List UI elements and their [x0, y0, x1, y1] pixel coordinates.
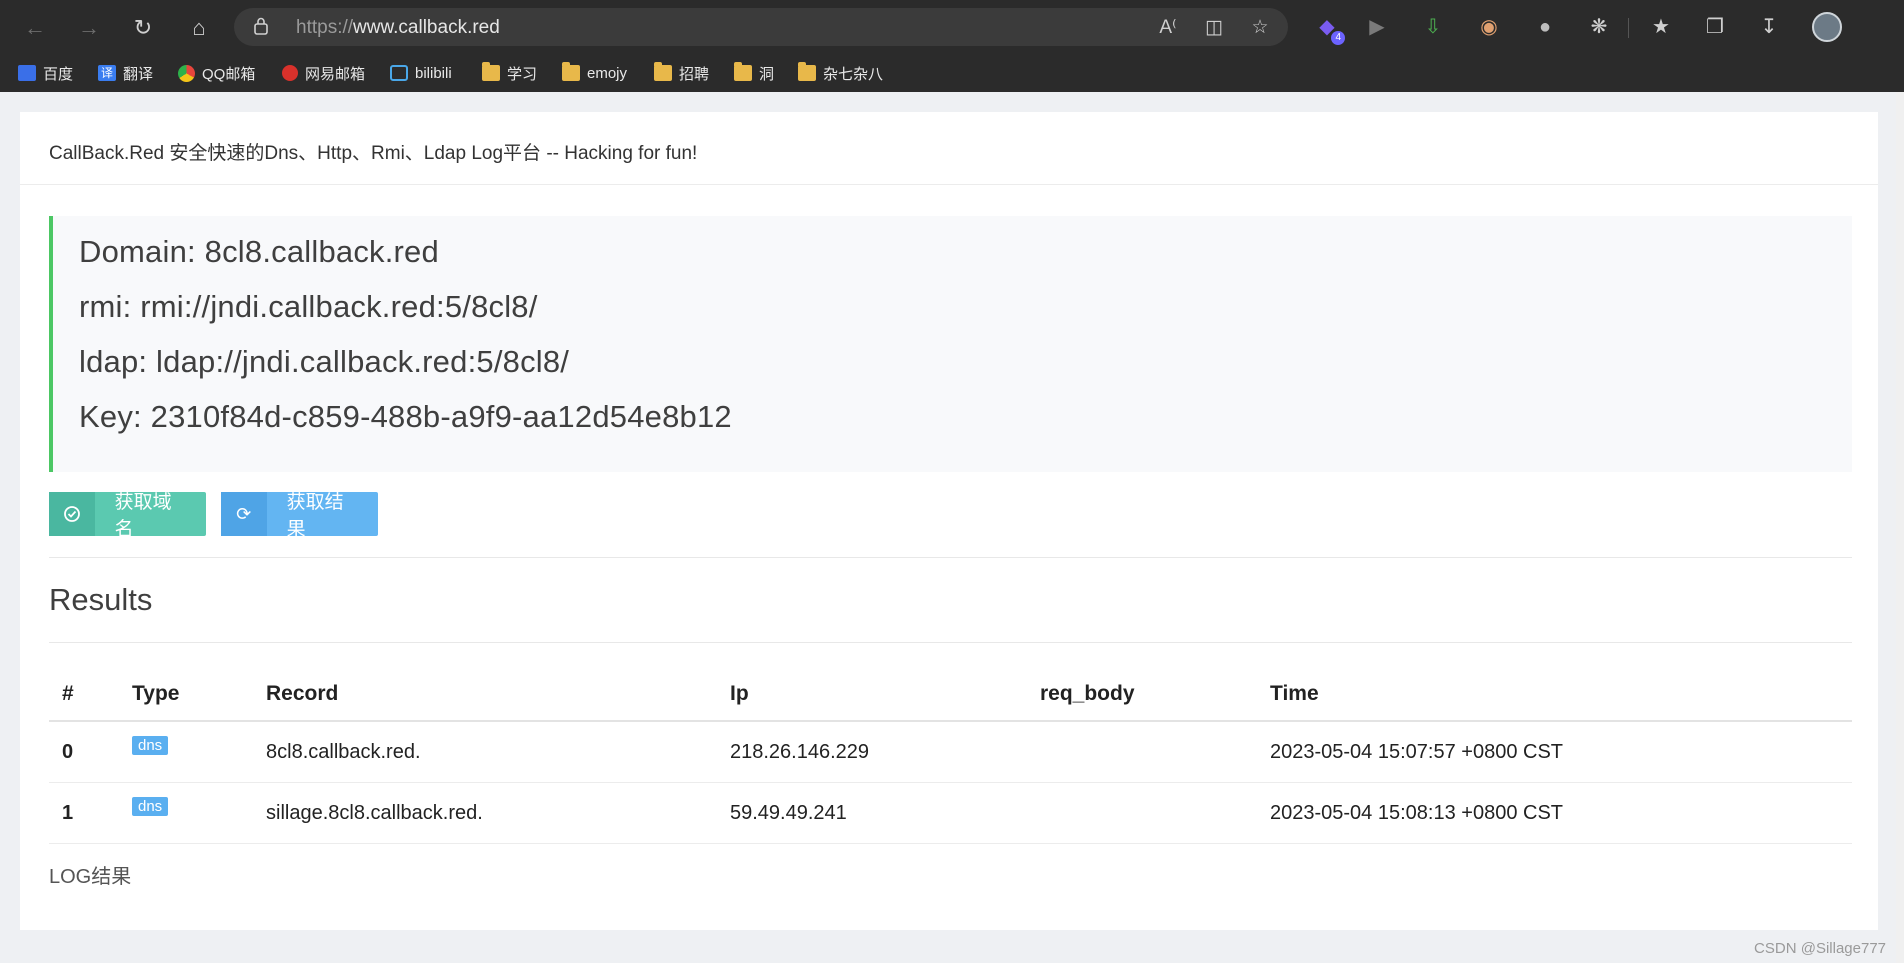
- results-table: # Type Record Ip req_body Time 0 dns 8cl…: [49, 668, 1852, 844]
- bookmark-bilibili[interactable]: bilibili: [390, 60, 452, 86]
- translate-icon: 译: [98, 65, 116, 81]
- back-icon[interactable]: ←: [18, 11, 52, 45]
- page-title: CallBack.Red 安全快速的Dns、Http、Rmi、Ldap Log平…: [49, 143, 698, 164]
- key-line: Key: 2310f84d-c859-488b-a9f9-aa12d54e8b1…: [79, 399, 732, 434]
- collections-icon[interactable]: ❐: [1700, 12, 1730, 42]
- folder-icon: [798, 62, 816, 81]
- row-time: 2023-05-04 15:08:13 +0800 CST: [1257, 782, 1852, 844]
- divider: [49, 557, 1852, 558]
- get-results-button[interactable]: ⟳ 获取结果: [221, 492, 378, 540]
- bilibili-icon: [390, 65, 408, 81]
- table-row: 0 dns 8cl8.callback.red. 218.26.146.229 …: [49, 721, 1852, 783]
- column-header-time: Time: [1257, 668, 1852, 722]
- downloads-icon[interactable]: ↧: [1754, 12, 1784, 42]
- browser-chrome: ← → ↻ ⌂ https://www.callback.red A⁽ ◫ ☆ …: [0, 0, 1904, 92]
- row-ip: 218.26.146.229: [717, 721, 1027, 783]
- bookmarks-bar: 百度 译 翻译 QQ邮箱 网易邮箱 bilibili 学习 emojy 招聘 洞…: [0, 54, 1904, 92]
- reload-icon[interactable]: ↻: [126, 11, 160, 45]
- column-header-type: Type: [119, 668, 253, 722]
- owl-extension-icon[interactable]: ◉: [1474, 12, 1504, 42]
- ldap-line: ldap: ldap://jndi.callback.red:5/8cl8/: [79, 344, 570, 379]
- table-row: 1 dns sillage.8cl8.callback.red. 59.49.4…: [49, 782, 1852, 844]
- row-record: sillage.8cl8.callback.red.: [253, 782, 717, 844]
- browser-toolbar: ← → ↻ ⌂ https://www.callback.red A⁽ ◫ ☆ …: [0, 0, 1904, 54]
- netease-icon: [282, 65, 298, 81]
- toolbar-divider: [1628, 18, 1629, 38]
- folder-icon: [734, 62, 752, 81]
- card-header: CallBack.Red 安全快速的Dns、Http、Rmi、Ldap Log平…: [20, 112, 1878, 185]
- watermark: CSDN @Sillage777: [1754, 940, 1886, 957]
- baidu-icon: [18, 65, 36, 81]
- bookmark-netease-mail[interactable]: 网易邮箱: [282, 60, 365, 86]
- extension-purple-icon[interactable]: ◆ 4: [1312, 12, 1345, 45]
- row-req-body: [1027, 721, 1257, 783]
- read-aloud-icon[interactable]: A⁽: [1154, 14, 1182, 42]
- table-header-row: # Type Record Ip req_body Time: [49, 668, 1852, 722]
- circle-extension-icon[interactable]: ●: [1530, 12, 1560, 42]
- row-record: 8cl8.callback.red.: [253, 721, 717, 783]
- bookmark-translate[interactable]: 译 翻译: [98, 60, 153, 86]
- bookmark-baidu[interactable]: 百度: [18, 60, 73, 86]
- column-header-record: Record: [253, 668, 717, 722]
- domain-info-panel: Domain: 8cl8.callback.red rmi: rmi://jnd…: [49, 216, 1852, 472]
- url-text[interactable]: https://www.callback.red: [296, 17, 500, 39]
- play-icon[interactable]: ▶: [1362, 12, 1392, 42]
- row-index: 0: [49, 721, 119, 783]
- get-domain-button[interactable]: 获取域名: [49, 492, 206, 540]
- row-time: 2023-05-04 15:07:57 +0800 CST: [1257, 721, 1852, 783]
- refresh-icon: ⟳: [221, 492, 267, 536]
- add-favorite-icon[interactable]: ☆: [1246, 14, 1274, 42]
- row-type: dns: [119, 782, 253, 844]
- column-header-index: #: [49, 668, 119, 722]
- home-icon[interactable]: ⌂: [182, 11, 216, 45]
- rmi-line: rmi: rmi://jndi.callback.red:5/8cl8/: [79, 289, 538, 324]
- folder-icon: [562, 62, 580, 81]
- row-type: dns: [119, 721, 253, 783]
- bookmark-qqmail[interactable]: QQ邮箱: [178, 60, 255, 86]
- bookmark-folder-emojy[interactable]: emojy: [562, 60, 627, 86]
- check-circle-icon: [49, 492, 95, 536]
- bookmark-folder-study[interactable]: 学习: [482, 60, 537, 86]
- domain-line: Domain: 8cl8.callback.red: [79, 234, 439, 269]
- type-badge: dns: [132, 796, 169, 816]
- page-scrollbar[interactable]: [1896, 92, 1904, 963]
- column-header-ip: Ip: [717, 668, 1027, 722]
- bookmark-folder-misc[interactable]: 杂七杂八: [798, 60, 883, 86]
- main-card: CallBack.Red 安全快速的Dns、Http、Rmi、Ldap Log平…: [20, 112, 1878, 930]
- address-bar[interactable]: https://www.callback.red A⁽ ◫ ☆: [234, 8, 1288, 46]
- bookmark-folder-hole[interactable]: 洞: [734, 60, 774, 86]
- lock-icon: [254, 17, 268, 35]
- forward-icon[interactable]: →: [72, 11, 106, 45]
- profile-avatar[interactable]: [1812, 12, 1842, 42]
- chrome-icon: [178, 64, 195, 82]
- folder-icon: [482, 62, 500, 81]
- column-header-req-body: req_body: [1027, 668, 1257, 722]
- row-req-body: [1027, 782, 1257, 844]
- folder-icon: [654, 62, 672, 81]
- download-extension-icon[interactable]: ⇩: [1418, 12, 1448, 42]
- row-index: 1: [49, 782, 119, 844]
- row-ip: 59.49.49.241: [717, 782, 1027, 844]
- results-heading: Results: [49, 582, 153, 617]
- log-results-label: LOG结果: [49, 866, 132, 888]
- divider: [49, 642, 1852, 643]
- type-badge: dns: [132, 735, 169, 755]
- favorites-icon[interactable]: ★: [1646, 12, 1676, 42]
- split-screen-icon[interactable]: ◫: [1200, 14, 1228, 42]
- bookmark-folder-jobs[interactable]: 招聘: [654, 60, 709, 86]
- extensions-icon[interactable]: ❋: [1584, 12, 1614, 42]
